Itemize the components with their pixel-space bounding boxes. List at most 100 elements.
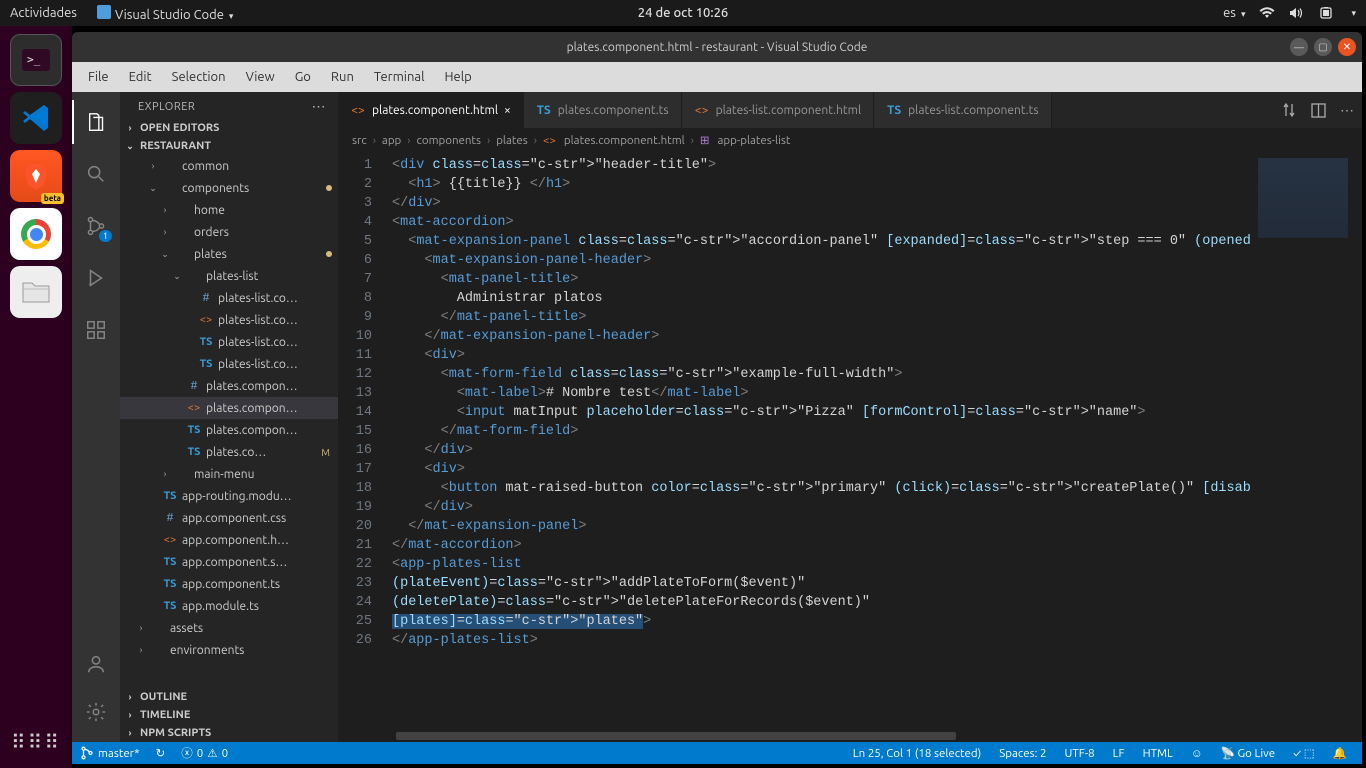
tab-plates-list-component-html[interactable]: <>plates-list.component.html (682, 92, 875, 128)
file-tree: ›common⌄components›home›orders⌄plates⌄pl… (120, 155, 338, 688)
code-editor[interactable]: <div class=class="c-str">"header-title">… (386, 152, 1252, 730)
compare-changes-icon[interactable] (1281, 102, 1297, 118)
status-sync[interactable]: ↻ (148, 742, 174, 764)
status-cursor[interactable]: Ln 25, Col 1 (18 selected) (846, 747, 989, 760)
file-app.component.h…[interactable]: <>app.component.h… (120, 529, 338, 551)
file-plates-list.co…[interactable]: <>plates-list.co… (120, 309, 338, 331)
activities-button[interactable]: Actividades (10, 6, 77, 20)
vscode-window: plates.component.html - restaurant - Vis… (72, 32, 1362, 764)
section-npm[interactable]: ›NPM SCRIPTS (120, 724, 338, 742)
breadcrumb-segment[interactable]: components (417, 134, 481, 147)
status-feedback-icon[interactable]: ☺ (1184, 747, 1210, 760)
menu-go[interactable]: Go (287, 66, 319, 88)
breadcrumb-segment[interactable]: plates.component.html (564, 134, 685, 147)
file-plates.compon…[interactable]: #plates.compon… (120, 375, 338, 397)
folder-plates-list[interactable]: ⌄plates-list (120, 265, 338, 287)
file-app.component.css[interactable]: #app.component.css (120, 507, 338, 529)
file-app.component.s…[interactable]: TSapp.component.s… (120, 551, 338, 573)
activity-run[interactable] (72, 256, 120, 300)
dock-chrome[interactable] (10, 208, 62, 260)
menubar: FileEditSelectionViewGoRunTerminalHelp (72, 62, 1362, 92)
dock-show-apps[interactable]: ⠿⠿⠿ (11, 730, 61, 754)
activity-search[interactable] (72, 152, 120, 196)
explorer-title: EXPLORER (138, 101, 195, 113)
menu-file[interactable]: File (80, 66, 117, 88)
svg-text:>_: >_ (27, 53, 41, 66)
folder-orders[interactable]: ›orders (120, 221, 338, 243)
tab-plates-list-component-ts[interactable]: TSplates-list.component.ts (874, 92, 1051, 128)
battery-icon[interactable] (1317, 7, 1335, 19)
active-app-menu[interactable]: Visual Studio Code ▾ (97, 5, 234, 22)
folder-plates[interactable]: ⌄plates (120, 243, 338, 265)
window-maximize[interactable]: ▢ (1314, 38, 1332, 56)
status-encoding[interactable]: UTF-8 (1058, 747, 1102, 760)
volume-icon[interactable] (1289, 7, 1303, 19)
split-editor-icon[interactable] (1311, 103, 1326, 118)
status-branch[interactable]: master* (72, 742, 148, 764)
menu-selection[interactable]: Selection (164, 66, 234, 88)
breadcrumb[interactable]: src›app›components›plates›<>plates.compo… (338, 128, 1362, 152)
status-prettier-icon[interactable]: ✓ ⬚ (1286, 746, 1322, 760)
horizontal-scrollbar[interactable] (338, 730, 1362, 742)
tab-plates-component-ts[interactable]: TSplates.component.ts (524, 92, 682, 128)
folder-assets[interactable]: ›assets (120, 617, 338, 639)
status-bar: master* ↻ ⓧ0 ⚠0 Ln 25, Col 1 (18 selecte… (72, 742, 1362, 764)
file-plates.co…[interactable]: TSplates.co…M (120, 441, 338, 463)
status-spaces[interactable]: Spaces: 2 (992, 747, 1053, 760)
status-eol[interactable]: LF (1106, 747, 1132, 760)
file-app-routing.modu…[interactable]: TSapp-routing.modu… (120, 485, 338, 507)
window-close[interactable]: ✕ (1338, 38, 1356, 56)
file-plates-list.co…[interactable]: TSplates-list.co… (120, 331, 338, 353)
activity-explorer[interactable] (72, 100, 120, 144)
wifi-icon[interactable] (1259, 7, 1275, 19)
section-outline[interactable]: ›OUTLINE (120, 688, 338, 706)
activity-extensions[interactable] (72, 308, 120, 352)
breadcrumb-segment[interactable]: plates (496, 134, 528, 147)
breadcrumb-segment[interactable]: app-plates-list (718, 134, 791, 147)
system-menu-chevron[interactable]: ▾ (1351, 8, 1356, 19)
tab-plates-component-html[interactable]: <>plates.component.html× (338, 92, 524, 128)
file-plates.compon…[interactable]: TSplates.compon… (120, 419, 338, 441)
file-plates-list.co…[interactable]: TSplates-list.co… (120, 353, 338, 375)
input-lang[interactable]: es ▾ (1223, 6, 1245, 20)
gnome-top-bar: Actividades Visual Studio Code ▾ 24 de o… (0, 0, 1366, 26)
dock-terminal[interactable]: >_ (10, 34, 62, 86)
breadcrumb-segment[interactable]: app (382, 134, 401, 147)
section-workspace[interactable]: ⌄RESTAURANT (120, 137, 338, 155)
menu-edit[interactable]: Edit (121, 66, 160, 88)
menu-run[interactable]: Run (323, 66, 362, 88)
file-plates.compon…[interactable]: <>plates.compon… (120, 397, 338, 419)
window-minimize[interactable]: — (1290, 38, 1308, 56)
file-app.component.ts[interactable]: TSapp.component.ts (120, 573, 338, 595)
editor-tabs: <>plates.component.html×TSplates.compone… (338, 92, 1362, 128)
status-golive[interactable]: 📡 Go Live (1214, 746, 1283, 760)
tabs-more-icon[interactable]: ⋯ (1340, 102, 1354, 119)
file-app.module.ts[interactable]: TSapp.module.ts (120, 595, 338, 617)
activity-accounts[interactable] (72, 642, 120, 686)
menu-view[interactable]: View (238, 66, 283, 88)
status-lang[interactable]: HTML (1136, 747, 1180, 760)
file-plates-list.co…[interactable]: #plates-list.co… (120, 287, 338, 309)
status-bell-icon[interactable]: 🔔 (1326, 746, 1354, 760)
dock-files[interactable] (10, 266, 62, 318)
clock[interactable]: 24 de oct 10:26 (638, 6, 728, 20)
activity-bar: 1 (72, 92, 120, 742)
dock-brave[interactable]: beta (10, 150, 62, 202)
folder-components[interactable]: ⌄components (120, 177, 338, 199)
activity-scm[interactable]: 1 (72, 204, 120, 248)
status-problems[interactable]: ⓧ0 ⚠0 (173, 742, 236, 764)
minimap[interactable] (1252, 152, 1362, 730)
menu-terminal[interactable]: Terminal (366, 66, 433, 88)
section-open-editors[interactable]: ›OPEN EDITORS (120, 119, 338, 137)
explorer-more-icon[interactable]: ⋯ (312, 98, 327, 115)
menu-help[interactable]: Help (436, 66, 479, 88)
folder-common[interactable]: ›common (120, 155, 338, 177)
folder-main-menu[interactable]: ›main-menu (120, 463, 338, 485)
folder-home[interactable]: ›home (120, 199, 338, 221)
tab-close-icon[interactable]: × (504, 104, 511, 117)
activity-settings[interactable] (72, 690, 120, 734)
section-timeline[interactable]: ›TIMELINE (120, 706, 338, 724)
folder-environments[interactable]: ›environments (120, 639, 338, 661)
breadcrumb-segment[interactable]: src (352, 134, 367, 147)
dock-vscode[interactable] (10, 92, 62, 144)
